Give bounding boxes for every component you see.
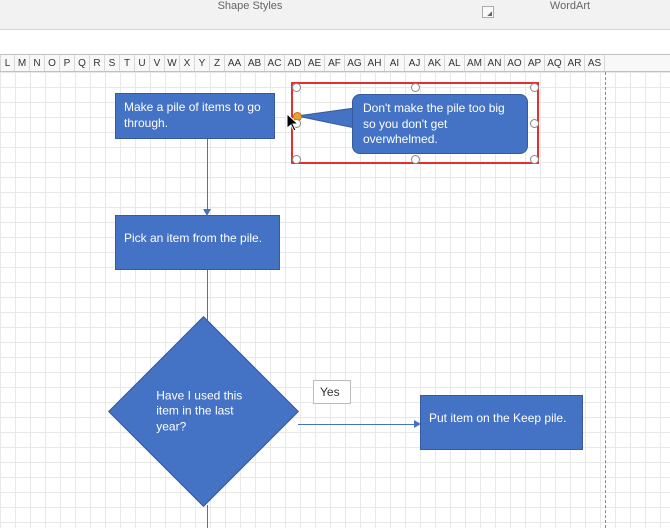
flow-step-pick-item-text: Pick an item from the pile. bbox=[124, 231, 262, 245]
flow-callout-text: Don't make the pile too big so you don't… bbox=[363, 101, 505, 146]
ribbon-group-shape-styles[interactable]: Shape Styles bbox=[190, 0, 310, 12]
column-ruler[interactable]: LMNOPQRSTUVWXYZAAABACADAEAFAGAHAIAJAKALA… bbox=[0, 54, 670, 72]
column-header[interactable]: X bbox=[180, 55, 195, 71]
column-header[interactable]: AJ bbox=[405, 55, 425, 71]
column-header[interactable]: M bbox=[15, 55, 30, 71]
column-header[interactable]: AI bbox=[385, 55, 405, 71]
column-header[interactable]: P bbox=[60, 55, 75, 71]
column-header[interactable]: AB bbox=[245, 55, 265, 71]
column-header[interactable]: N bbox=[30, 55, 45, 71]
column-header[interactable]: AF bbox=[325, 55, 345, 71]
flow-callout[interactable]: Don't make the pile too big so you don't… bbox=[352, 94, 528, 154]
flow-decision-text: Have I used this item in the last year? bbox=[156, 388, 251, 435]
resize-handle-se[interactable] bbox=[530, 155, 539, 164]
connector-1-2[interactable] bbox=[207, 139, 208, 211]
flow-step-pick-item[interactable]: Pick an item from the pile. bbox=[115, 215, 280, 270]
column-header[interactable]: AQ bbox=[545, 55, 565, 71]
flow-step-keep-pile[interactable]: Put item on the Keep pile. bbox=[420, 395, 583, 450]
dialog-launcher-icon[interactable] bbox=[482, 6, 494, 18]
page-break-line bbox=[605, 72, 606, 528]
column-header[interactable]: AP bbox=[525, 55, 545, 71]
resize-handle-n[interactable] bbox=[411, 83, 420, 92]
resize-handle-sw[interactable] bbox=[292, 155, 301, 164]
column-header[interactable]: AR bbox=[565, 55, 585, 71]
column-header[interactable]: AN bbox=[485, 55, 505, 71]
flow-step-make-pile[interactable]: Make a pile of items to go through. bbox=[115, 93, 275, 139]
column-header[interactable]: T bbox=[120, 55, 135, 71]
column-header[interactable]: Z bbox=[210, 55, 225, 71]
column-header[interactable]: R bbox=[90, 55, 105, 71]
column-header[interactable]: AE bbox=[305, 55, 325, 71]
resize-handle-ne[interactable] bbox=[530, 83, 539, 92]
callout-pointer-icon bbox=[297, 108, 357, 138]
resize-handle-nw[interactable] bbox=[292, 83, 301, 92]
column-header[interactable]: U bbox=[135, 55, 150, 71]
flow-decision-used-item[interactable]: Have I used this item in the last year? bbox=[136, 344, 271, 479]
column-header[interactable]: AC bbox=[265, 55, 285, 71]
column-header[interactable]: AM bbox=[465, 55, 485, 71]
connector-3-down[interactable] bbox=[207, 505, 208, 528]
resize-handle-w[interactable] bbox=[292, 119, 301, 128]
flow-label-yes[interactable]: Yes bbox=[313, 380, 351, 404]
ribbon-strip: Shape Styles WordArt bbox=[0, 0, 670, 30]
column-header[interactable]: AA bbox=[225, 55, 245, 71]
column-header[interactable]: Q bbox=[75, 55, 90, 71]
column-header[interactable]: V bbox=[150, 55, 165, 71]
column-header[interactable]: L bbox=[0, 55, 15, 71]
column-header[interactable]: W bbox=[165, 55, 180, 71]
column-header[interactable]: AS bbox=[585, 55, 605, 71]
column-header[interactable]: Y bbox=[195, 55, 210, 71]
flow-step-make-pile-text: Make a pile of items to go through. bbox=[124, 100, 261, 130]
ribbon-group-wordart[interactable]: WordArt bbox=[530, 0, 610, 12]
column-header[interactable]: AG bbox=[345, 55, 365, 71]
app-window: Shape Styles WordArt LMNOPQRSTUVWXYZAAAB… bbox=[0, 0, 670, 528]
resize-handle-e[interactable] bbox=[530, 119, 539, 128]
column-header[interactable]: AD bbox=[285, 55, 305, 71]
connector-3-keep[interactable] bbox=[298, 424, 416, 425]
column-header[interactable]: O bbox=[45, 55, 60, 71]
resize-handle-s[interactable] bbox=[411, 155, 420, 164]
connector-2-3[interactable] bbox=[207, 270, 208, 325]
column-header[interactable]: AL bbox=[445, 55, 465, 71]
column-header[interactable]: S bbox=[105, 55, 120, 71]
column-header[interactable]: AH bbox=[365, 55, 385, 71]
column-header[interactable]: AO bbox=[505, 55, 525, 71]
flow-step-keep-pile-text: Put item on the Keep pile. bbox=[429, 411, 566, 425]
flow-label-yes-text: Yes bbox=[320, 385, 340, 399]
column-header[interactable]: AK bbox=[425, 55, 445, 71]
